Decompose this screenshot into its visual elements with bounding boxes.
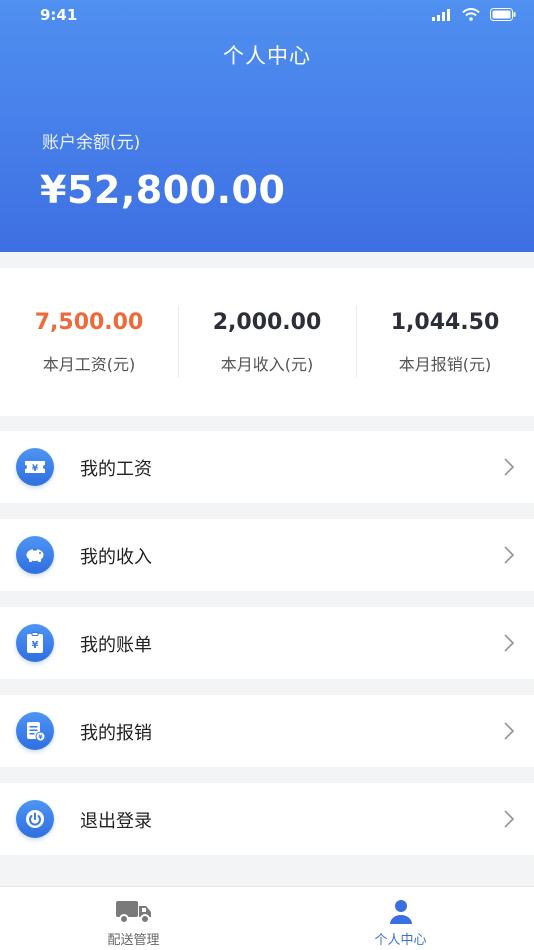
ticket-icon: ¥ xyxy=(16,448,54,486)
reimbursement-icon: ¥ xyxy=(16,712,54,750)
balance-label: 账户余额(元) xyxy=(42,133,141,153)
menu-label: 退出登录 xyxy=(80,811,152,832)
tab-delivery-management[interactable]: 配送管理 xyxy=(0,887,267,950)
bill-icon: ¥ xyxy=(16,624,54,662)
tab-bar: 配送管理 个人中心 xyxy=(0,886,534,950)
tab-label: 配送管理 xyxy=(107,933,160,948)
menu-item-salary[interactable]: ¥ 我的工资 xyxy=(0,431,534,503)
wifi-icon xyxy=(462,8,480,21)
stat-label: 本月收入(元) xyxy=(220,354,314,374)
chevron-right-icon xyxy=(504,722,514,740)
menu-item-income[interactable]: 我的收入 xyxy=(0,519,534,591)
status-bar: 9:41 xyxy=(0,0,534,32)
stat-value: 1,044.50 xyxy=(390,309,500,335)
chevron-right-icon xyxy=(504,810,514,828)
monthly-stats: 7,500.00 本月工资(元) 2,000.00 本月收入(元) 1,044.… xyxy=(0,268,534,416)
chevron-right-icon xyxy=(504,458,514,476)
menu-item-reimbursement[interactable]: ¥ 我的报销 xyxy=(0,695,534,767)
status-icons xyxy=(432,8,516,21)
status-time: 9:41 xyxy=(40,6,78,24)
chevron-right-icon xyxy=(504,634,514,652)
stat-salary: 7,500.00 本月工资(元) xyxy=(0,268,178,416)
menu-item-logout[interactable]: 退出登录 xyxy=(0,783,534,855)
page-title: 个人中心 xyxy=(223,44,311,68)
battery-icon xyxy=(490,8,516,21)
menu-label: 我的报销 xyxy=(80,723,152,744)
user-icon xyxy=(389,900,412,924)
balance-value: ¥52,800.00 xyxy=(40,168,286,212)
profile-header: 9:41 个人中心 账户余额(元) ¥52,800.00 xyxy=(0,0,534,252)
stat-value: 7,500.00 xyxy=(34,309,144,335)
stat-income: 2,000.00 本月收入(元) xyxy=(178,268,356,416)
piggy-bank-icon xyxy=(16,536,54,574)
svg-text:¥: ¥ xyxy=(32,640,39,651)
menu-label: 我的工资 xyxy=(80,459,152,480)
stat-value: 2,000.00 xyxy=(212,309,322,335)
stat-reimbursement: 1,044.50 本月报销(元) xyxy=(356,268,534,416)
menu-label: 我的收入 xyxy=(80,547,152,568)
stat-label: 本月工资(元) xyxy=(42,354,136,374)
menu-item-bills[interactable]: ¥ 我的账单 xyxy=(0,607,534,679)
chevron-right-icon xyxy=(504,546,514,564)
power-icon xyxy=(16,800,54,838)
tab-profile[interactable]: 个人中心 xyxy=(267,887,534,950)
svg-text:¥: ¥ xyxy=(32,464,39,474)
stat-label: 本月报销(元) xyxy=(398,354,492,374)
tab-label: 个人中心 xyxy=(374,933,427,948)
signal-icon xyxy=(432,8,450,21)
truck-icon xyxy=(115,901,151,924)
menu-label: 我的账单 xyxy=(80,635,152,656)
